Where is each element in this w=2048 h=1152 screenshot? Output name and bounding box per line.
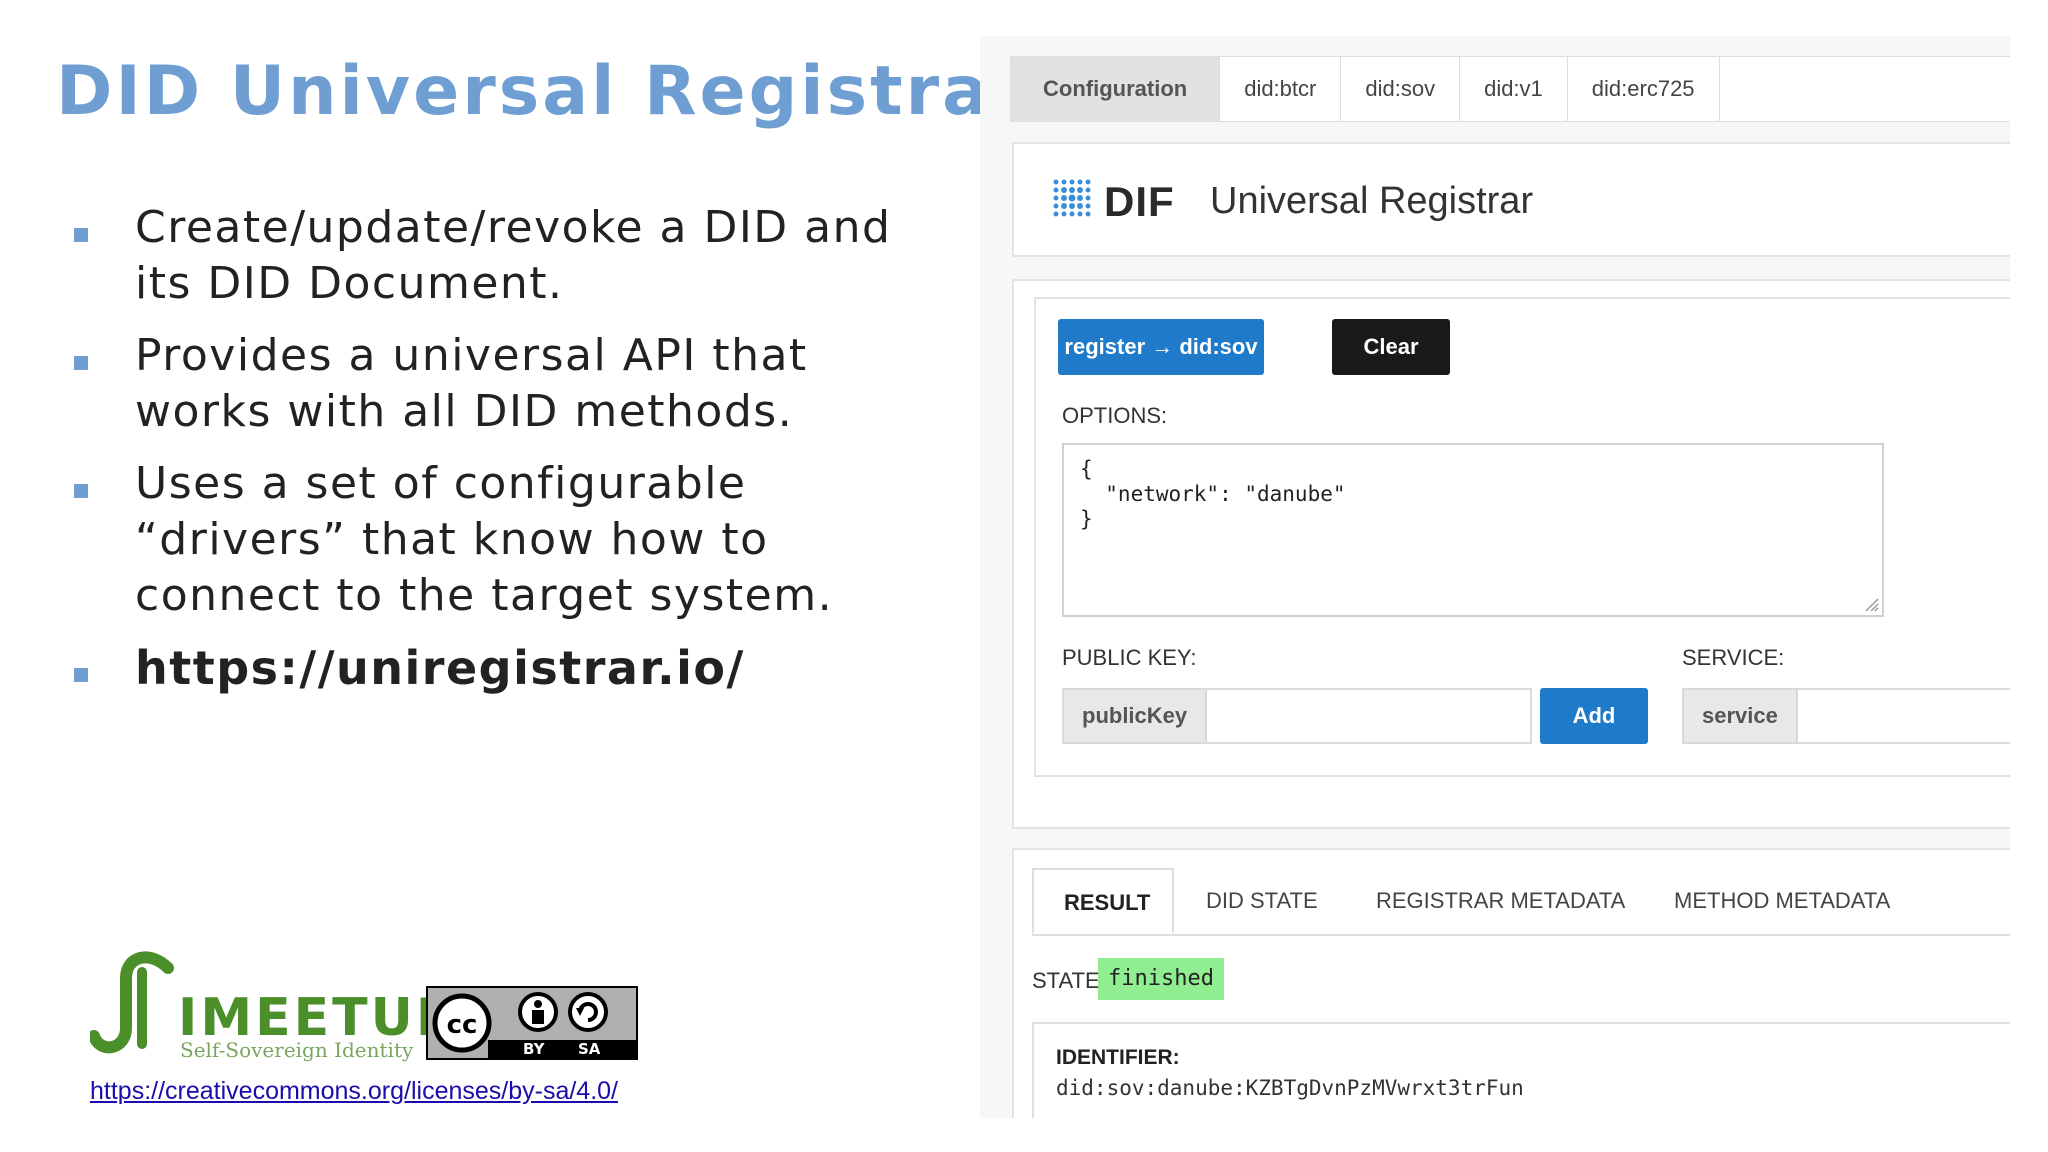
tab-registrar-metadata[interactable]: REGISTRAR METADATA bbox=[1376, 868, 1625, 934]
bullet-marker-icon bbox=[74, 484, 88, 498]
identifier-value: did:sov:danube:KZBTgDvnPzMVwrxt3trFun bbox=[1056, 1076, 1524, 1100]
state-badge: finished bbox=[1098, 958, 1224, 1000]
result-tabs: RESULT DID STATE REGISTRAR METADATA METH… bbox=[1032, 868, 2010, 936]
result-panel: RESULT DID STATE REGISTRAR METADATA METH… bbox=[1012, 848, 2010, 1118]
service-addon: service bbox=[1684, 690, 1798, 742]
tab-did-erc725[interactable]: did:erc725 bbox=[1568, 57, 1720, 121]
slide-title: DID Universal Registrar bbox=[56, 52, 1028, 131]
ssi-meetup-logo: IMEETUP Self-Sovereign Identity bbox=[90, 950, 454, 1065]
method-tabs: Configuration did:btcr did:sov did:v1 di… bbox=[1010, 56, 2010, 122]
meetup-swoosh-icon bbox=[90, 951, 174, 1054]
register-form-panel: register → did:sov Clear OPTIONS: { "net… bbox=[1012, 279, 2010, 829]
service-field[interactable]: service bbox=[1682, 688, 2010, 744]
bullet-marker-icon bbox=[74, 668, 88, 682]
bullet-item: Create/update/revoke a DID and its DID D… bbox=[70, 200, 930, 312]
tab-result[interactable]: RESULT bbox=[1032, 868, 1174, 934]
cc-sa-label: SA bbox=[578, 1040, 601, 1058]
bullet-list: Create/update/revoke a DID and its DID D… bbox=[70, 200, 930, 712]
options-textarea[interactable]: { "network": "danube" } bbox=[1062, 443, 1884, 617]
app-title: Universal Registrar bbox=[1210, 180, 1534, 222]
public-key-addon: publicKey bbox=[1064, 690, 1208, 742]
bullet-text: Uses a set of configurable “drivers” tha… bbox=[135, 458, 834, 621]
bullet-marker-icon bbox=[74, 356, 88, 370]
clear-button[interactable]: Clear bbox=[1332, 319, 1450, 375]
tab-configuration[interactable]: Configuration bbox=[1011, 57, 1221, 121]
registrar-app-screenshot: Configuration did:btcr did:sov did:v1 di… bbox=[980, 36, 2010, 1118]
dif-logo-text: DIF bbox=[1104, 178, 1175, 225]
bullet-item: Provides a universal API that works with… bbox=[70, 328, 930, 440]
public-key-label: PUBLIC KEY: bbox=[1062, 645, 1197, 670]
identifier-label: IDENTIFIER: bbox=[1056, 1046, 1180, 1069]
cc-strip bbox=[488, 1040, 636, 1058]
tab-did-state[interactable]: DID STATE bbox=[1206, 868, 1318, 934]
tab-method-metadata[interactable]: METHOD METADATA bbox=[1674, 868, 1890, 934]
bullet-marker-icon bbox=[74, 228, 88, 242]
register-form: register → did:sov Clear OPTIONS: { "net… bbox=[1034, 297, 2010, 777]
bullet-item: Uses a set of configurable “drivers” tha… bbox=[70, 456, 930, 624]
logo-sub-text: Self-Sovereign Identity bbox=[180, 1038, 414, 1062]
cc-by-label: BY bbox=[523, 1040, 545, 1058]
state-label: STATE: bbox=[1032, 968, 1106, 993]
options-json: { "network": "danube" } bbox=[1080, 457, 1346, 531]
options-label: OPTIONS: bbox=[1062, 403, 1168, 428]
identifier-box: IDENTIFIER: did:sov:danube:KZBTgDvnPzMVw… bbox=[1032, 1022, 2010, 1118]
public-key-field[interactable]: publicKey bbox=[1062, 688, 1532, 744]
cc-text: cc bbox=[447, 1010, 478, 1040]
uniregistrar-link[interactable]: https://uniregistrar.io/ bbox=[135, 641, 745, 695]
license-link[interactable]: https://creativecommons.org/licenses/by-… bbox=[90, 1077, 618, 1106]
tab-did-sov[interactable]: did:sov bbox=[1341, 57, 1461, 121]
cc-by-sa-badge: cc BY SA bbox=[426, 986, 638, 1060]
app-header: DIF Universal Registrar bbox=[1012, 142, 2010, 257]
resize-handle-icon[interactable] bbox=[1864, 597, 1880, 613]
bullet-item: https://uniregistrar.io/ bbox=[70, 640, 930, 696]
service-label: SERVICE: bbox=[1682, 645, 1785, 670]
tab-did-btcr[interactable]: did:btcr bbox=[1220, 57, 1342, 121]
dif-dots-icon bbox=[1053, 179, 1091, 217]
bullet-text: Create/update/revoke a DID and its DID D… bbox=[135, 202, 892, 309]
register-button[interactable]: register → did:sov bbox=[1058, 319, 1264, 375]
bullet-text: Provides a universal API that works with… bbox=[135, 330, 808, 437]
tab-did-v1[interactable]: did:v1 bbox=[1460, 57, 1568, 121]
add-public-key-button[interactable]: Add bbox=[1540, 688, 1648, 744]
